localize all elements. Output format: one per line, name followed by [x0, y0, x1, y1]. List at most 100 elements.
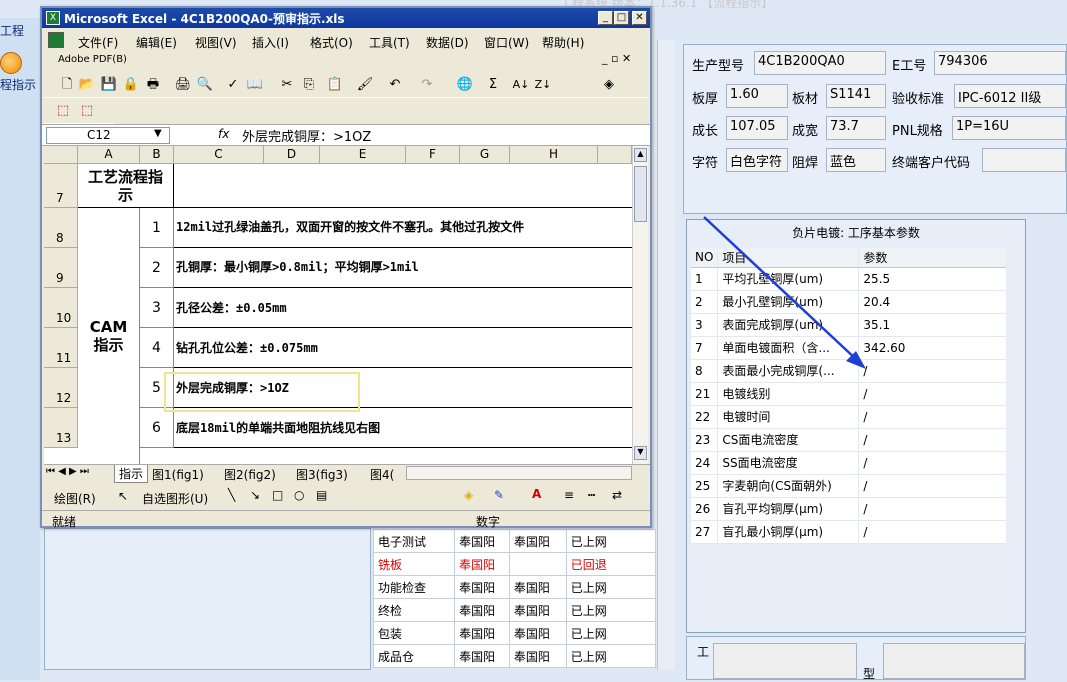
tab-nav-icons[interactable]: ⏮ ◀ ▶ ⏭ [46, 466, 89, 477]
param-row[interactable]: 21 电镀线别 / [691, 382, 1006, 406]
row-header[interactable]: 10 [44, 288, 78, 328]
item-number-cell[interactable]: 6 [140, 408, 174, 448]
col-header[interactable]: F [406, 146, 460, 164]
sort-desc-icon[interactable]: Z↓ [534, 76, 552, 94]
copy-icon[interactable]: ⎘ [300, 76, 318, 94]
col-header[interactable]: D [264, 146, 320, 164]
excel-app-icon[interactable]: X [46, 11, 60, 25]
route-row[interactable]: 电子测试 奉国阳 奉国阳 已上网 [372, 529, 657, 553]
save-icon[interactable]: 💾 [100, 76, 118, 94]
eno-field[interactable]: 794306 [934, 51, 1066, 75]
col-header[interactable]: G [460, 146, 510, 164]
redo-icon[interactable]: ↷ [418, 76, 436, 94]
item-number-cell[interactable]: 1 [140, 208, 174, 248]
research-icon[interactable]: 📖 [246, 76, 264, 94]
model-field[interactable]: 4C1B200QA0 [754, 51, 886, 75]
preview-icon[interactable]: 🔍 [196, 76, 214, 94]
col-header[interactable]: A [78, 146, 140, 164]
sheet-tab[interactable]: 图4( [370, 466, 394, 483]
menu-tools[interactable]: 工具(T) [369, 34, 410, 51]
route-row[interactable]: 包装 奉国阳 奉国阳 已上网 [372, 621, 657, 645]
instruction-cell[interactable]: 孔径公差：±0.05mm [174, 288, 632, 328]
open-icon[interactable]: 📂 [78, 76, 96, 94]
new-icon[interactable]: 🗋 [58, 76, 76, 94]
sheet-tab[interactable]: 图3(fig3) [296, 466, 348, 483]
pnl-field[interactable]: 1P=16U [952, 116, 1066, 140]
param-row[interactable]: 24 SS面电流密度 / [691, 451, 1006, 475]
font-color-icon[interactable]: A [532, 487, 541, 501]
col-header[interactable] [598, 146, 632, 164]
fill-color-icon[interactable]: ◈ [600, 76, 618, 94]
autosum-icon[interactable]: Σ [484, 76, 502, 94]
menu-help[interactable]: 帮助(H) [542, 34, 584, 51]
cell[interactable] [174, 164, 632, 208]
doc-window-controls[interactable]: _ ▫ ✕ [602, 52, 631, 65]
row-header[interactable]: 11 [44, 328, 78, 368]
scroll-up-icon[interactable]: ▲ [634, 148, 647, 162]
param-row[interactable]: 23 CS面电流密度 / [691, 428, 1006, 452]
format-painter-icon[interactable]: 🖌 [356, 76, 374, 94]
line-icon[interactable]: ╲ [228, 488, 235, 502]
oval-icon[interactable]: ○ [294, 488, 304, 502]
mask-field[interactable]: 蓝色 [826, 148, 886, 172]
instruction-cell[interactable]: 钻孔孔位公差：±0.075mm [174, 328, 632, 368]
instruction-cell[interactable]: 孔铜厚：最小铜厚>0.8mil；平均铜厚>1mil [174, 248, 632, 288]
sheet-vscrollbar[interactable]: ▲ ▼ [632, 146, 648, 464]
draw-menu[interactable]: 绘图(R) [54, 490, 96, 507]
col-header[interactable]: B [140, 146, 174, 164]
col-header[interactable]: C [174, 146, 264, 164]
col-header[interactable]: E [320, 146, 406, 164]
param-row[interactable]: 27 盲孔最小铜厚(μm) / [691, 520, 1006, 544]
select-all-corner[interactable] [44, 146, 78, 164]
select-pointer-icon[interactable]: ↖ [118, 489, 128, 503]
sheet-tab[interactable]: 图2(fig2) [224, 466, 276, 483]
menu-window[interactable]: 窗口(W) [484, 34, 529, 51]
row-header[interactable]: 8 [44, 208, 78, 248]
char-field[interactable]: 白色字符 [726, 148, 788, 172]
line-style-icon[interactable]: ≡ [564, 488, 574, 502]
param-row[interactable]: 22 电镀时间 / [691, 405, 1006, 429]
item-number-cell[interactable]: 5 [140, 368, 174, 408]
sheet-hscrollbar[interactable] [406, 466, 632, 480]
formula-input[interactable]: 外层完成铜厚：>1OZ [242, 126, 371, 145]
autoshapes-menu[interactable]: 自选图形(U) [142, 490, 208, 507]
maximize-button[interactable]: □ [614, 11, 629, 25]
arrow-style-icon[interactable]: ⇄ [612, 488, 622, 502]
mat-field[interactable]: S1141 [826, 84, 886, 108]
item-number-cell[interactable]: 4 [140, 328, 174, 368]
bottom-field-2[interactable] [883, 643, 1025, 679]
arrow-icon[interactable]: ↘ [250, 488, 260, 502]
menu-adobe-pdf[interactable]: Adobe PDF(B) [58, 54, 127, 65]
nav-tab-process[interactable]: 程指示 [0, 76, 40, 93]
route-row[interactable]: 成品仓 奉国阳 奉国阳 已上网 [372, 644, 657, 668]
spelling-icon[interactable]: ✓ [224, 76, 242, 94]
item-number-cell[interactable]: 2 [140, 248, 174, 288]
name-box-dropdown-icon[interactable]: ▼ [154, 128, 162, 139]
section-label-process[interactable]: 工艺流程指示 [78, 164, 174, 208]
close-button[interactable]: ✕ [632, 11, 647, 25]
row-header[interactable]: 12 [44, 368, 78, 408]
rectangle-icon[interactable]: □ [272, 488, 283, 502]
paste-icon[interactable]: 📋 [326, 76, 344, 94]
print-icon[interactable]: 🖨 [174, 76, 192, 94]
pdf-convert-icon[interactable]: ⬚ [54, 102, 72, 120]
thick-field[interactable]: 1.60 [726, 84, 788, 108]
cust-field[interactable] [982, 148, 1066, 172]
undo-icon[interactable]: ↶ [386, 76, 404, 94]
nav-tab-engineering[interactable]: 工程 [0, 22, 40, 39]
wid-field[interactable]: 73.7 [826, 116, 886, 140]
scroll-down-icon[interactable]: ▼ [634, 446, 647, 460]
excel-titlebar[interactable]: Microsoft Excel - 4C1B200QA0-预审指示.xls [42, 8, 650, 28]
item-number-cell[interactable]: 3 [140, 288, 174, 328]
textbox-icon[interactable]: ▤ [316, 488, 327, 502]
col-header[interactable]: H [510, 146, 598, 164]
param-row[interactable]: 25 字麦朝向(CS面朝外) / [691, 474, 1006, 498]
sheet-tab[interactable]: 图1(fig1) [152, 466, 204, 483]
hyperlink-icon[interactable]: 🌐 [456, 76, 474, 94]
pdf-mail-icon[interactable]: ⬚ [78, 102, 96, 120]
section-label-cam[interactable]: CAM指示 [78, 208, 140, 464]
dash-style-icon[interactable]: ┅ [588, 488, 595, 502]
row-header[interactable]: 7 [44, 164, 78, 208]
instruction-cell[interactable]: 12mil过孔绿油盖孔，双面开窗的按文件不塞孔。其他过孔按文件 [174, 208, 632, 248]
sheet-tab-active[interactable]: 指示 [114, 465, 149, 483]
